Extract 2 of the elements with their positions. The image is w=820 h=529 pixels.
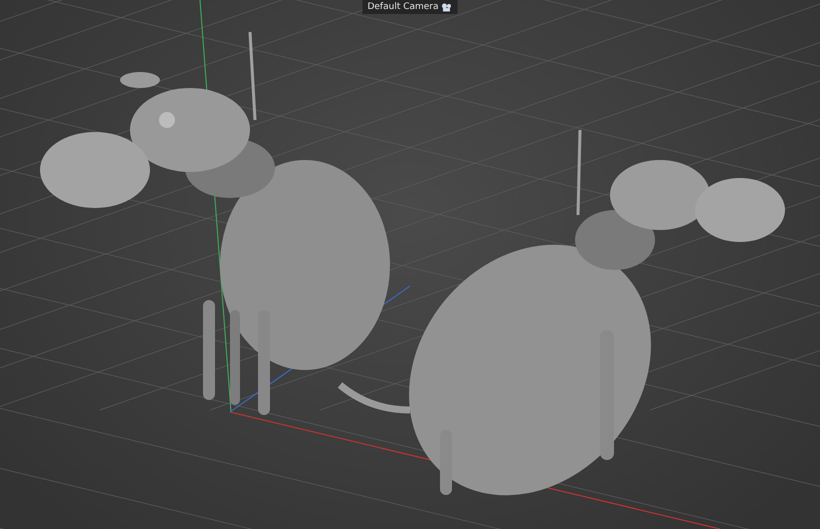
camera-name: Default Camera bbox=[367, 2, 439, 12]
camera-label[interactable]: Default Camera bbox=[362, 0, 458, 14]
